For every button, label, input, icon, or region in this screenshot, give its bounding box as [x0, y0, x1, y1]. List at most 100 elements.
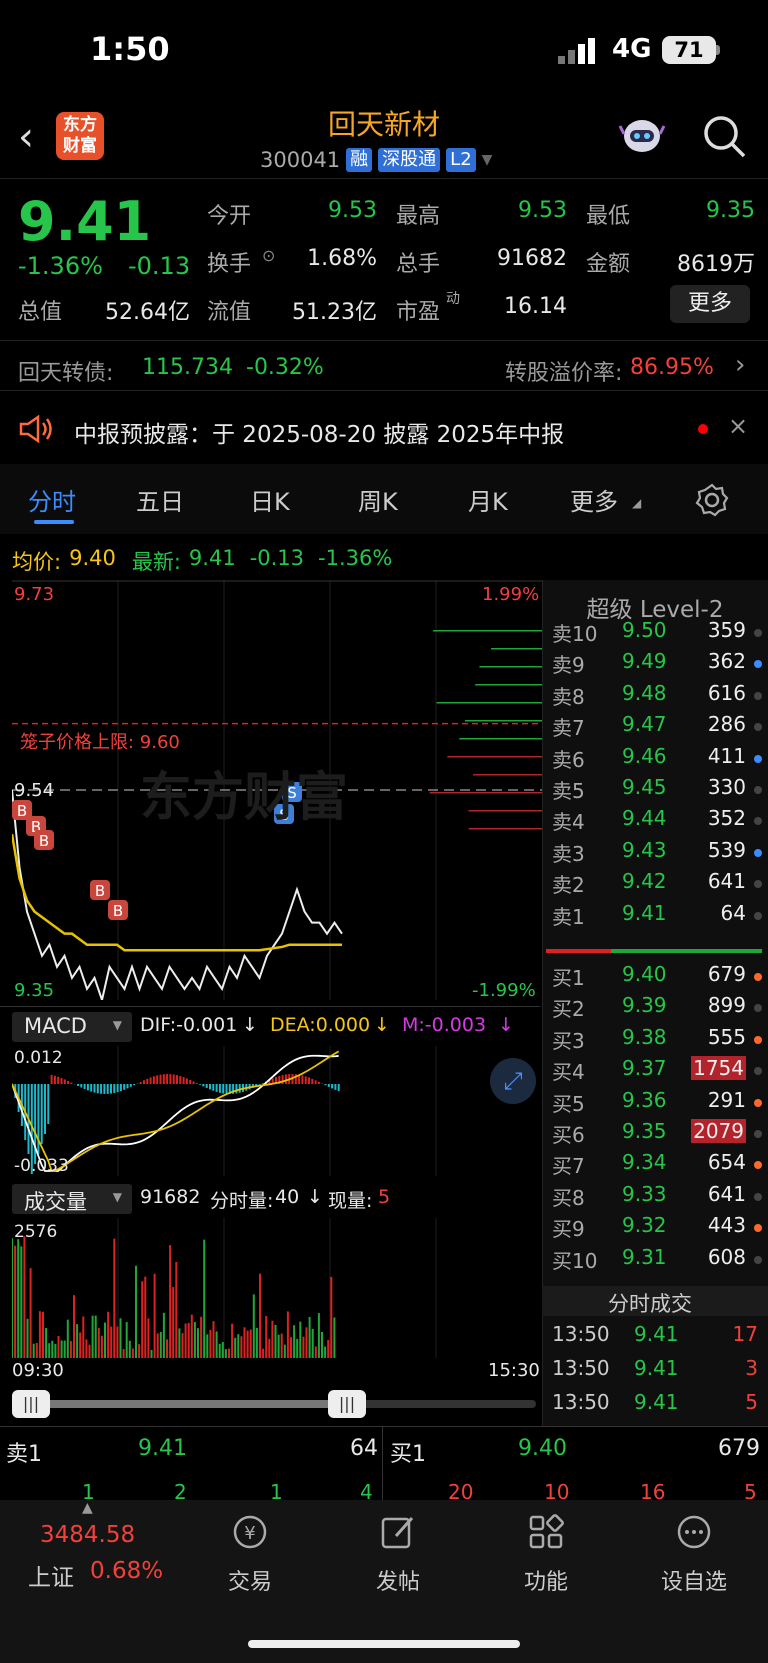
- tab-5day[interactable]: 五日: [136, 482, 184, 517]
- macd-dif: DIF:-0.001: [140, 1014, 237, 1036]
- bid-row[interactable]: 买9 9.32 443: [550, 1213, 768, 1244]
- spread-bar: [546, 949, 762, 953]
- bid-row[interactable]: 买6 9.35 2079: [550, 1119, 768, 1150]
- ask-row[interactable]: 卖5 9.45 330: [550, 775, 768, 806]
- tab-daily[interactable]: 日K: [250, 482, 290, 517]
- index-value[interactable]: 3484.58: [40, 1522, 135, 1548]
- bid-row[interactable]: 买1 9.40 679: [550, 962, 768, 993]
- bid-row[interactable]: 买4 9.37 1754: [550, 1056, 768, 1087]
- battery-icon: 71: [662, 36, 716, 64]
- signal-icon: [558, 38, 604, 64]
- bid-row[interactable]: 买5 9.36 291: [550, 1088, 768, 1119]
- margin-tag: 融: [346, 148, 372, 172]
- bid-row[interactable]: 买3 9.38 555: [550, 1025, 768, 1056]
- depth-bar: [475, 684, 542, 686]
- pe-value: 16.14: [480, 294, 567, 319]
- volume-selector[interactable]: 成交量 ▼: [12, 1184, 132, 1214]
- range-fill: [26, 1400, 348, 1408]
- ask-row[interactable]: 卖8 9.48 616: [550, 681, 768, 712]
- more-button[interactable]: 更多: [670, 285, 750, 323]
- bond-price: 115.734: [142, 355, 233, 380]
- buy-marker-label: B: [39, 832, 49, 850]
- ask-row[interactable]: 卖4 9.44 352: [550, 806, 768, 837]
- depth-bar: [433, 630, 542, 632]
- chevron-right-icon[interactable]: ›: [735, 350, 745, 380]
- stock-subtitle[interactable]: 300041 融 深股通 L2 ▼: [260, 148, 492, 172]
- notice-text[interactable]: 中报预披露：于 2025-08-20 披露 2025年中报: [74, 415, 564, 449]
- nav-functions[interactable]: 功能: [486, 1512, 606, 1596]
- ask-row[interactable]: 卖2 9.42 641: [550, 869, 768, 900]
- edit-icon: [378, 1512, 418, 1552]
- buy-marker-label: B: [17, 802, 27, 820]
- float-value: 51.23亿: [270, 294, 377, 326]
- chart-bottom-pct: -1.99%: [472, 980, 536, 1001]
- ask-row[interactable]: 卖6 9.46 411: [550, 744, 768, 775]
- volume-label: 总手: [396, 246, 440, 278]
- buy-marker-label: B: [95, 882, 105, 900]
- network-type: 4G: [612, 34, 651, 64]
- tab-monthly[interactable]: 月K: [468, 482, 508, 517]
- assistant-robot-icon[interactable]: [618, 112, 666, 160]
- open-value: 9.53: [290, 198, 377, 223]
- mcap-value: 52.64亿: [80, 294, 190, 326]
- depth-bar: [469, 828, 542, 830]
- high-value: 9.53: [480, 198, 567, 223]
- index-name[interactable]: 上证: [28, 1558, 74, 1592]
- depth-bar: [437, 702, 542, 704]
- tab-intraday[interactable]: 分时: [28, 482, 76, 517]
- ask-row[interactable]: 卖7 9.47 286: [550, 712, 768, 743]
- dif-line: [12, 1056, 339, 1171]
- bid-row[interactable]: 买7 9.34 654: [550, 1150, 768, 1181]
- nav-trade[interactable]: ¥ 交易: [190, 1512, 310, 1596]
- pe-label: 市盈: [396, 294, 440, 326]
- depth-bar: [479, 666, 542, 668]
- gear-icon[interactable]: [694, 482, 730, 518]
- unread-dot: [698, 424, 708, 434]
- ask-row[interactable]: 卖10 9.50 359: [550, 618, 768, 649]
- premium-value: 86.95%: [630, 355, 714, 380]
- tab-weekly[interactable]: 周K: [358, 482, 398, 517]
- ask-row[interactable]: 卖9 9.49 362: [550, 649, 768, 680]
- bid-row[interactable]: 买10 9.31 608: [550, 1245, 768, 1276]
- bid-row[interactable]: 买2 9.39 899: [550, 993, 768, 1024]
- nav-post[interactable]: 发帖: [338, 1512, 458, 1596]
- ask-row[interactable]: 卖3 9.43 539: [550, 838, 768, 869]
- bond-label[interactable]: 回天转债:: [18, 355, 113, 387]
- bid-row[interactable]: 买8 9.33 641: [550, 1182, 768, 1213]
- tab-more[interactable]: 更多: [570, 482, 618, 517]
- macd-selector[interactable]: MACD ▼: [12, 1012, 132, 1042]
- chart-top-pct: 1.99%: [482, 584, 539, 605]
- dea-line: [12, 1051, 339, 1171]
- close-icon[interactable]: ×: [728, 412, 748, 440]
- nav-watchlist[interactable]: 设自选: [634, 1512, 754, 1596]
- ticks-header[interactable]: 分时成交: [542, 1286, 768, 1316]
- volume-total: 91682: [140, 1186, 200, 1208]
- range-handle-left[interactable]: |||: [12, 1390, 50, 1418]
- turnover-label: 换手: [207, 246, 251, 278]
- ask-row[interactable]: 卖1 9.41 64: [550, 901, 768, 932]
- svg-text:¥: ¥: [244, 1523, 255, 1544]
- tick-row: 13:50 9.41 5: [550, 1390, 768, 1421]
- minute-vol: 40: [275, 1186, 299, 1208]
- index-pct[interactable]: 0.68%: [90, 1558, 163, 1584]
- bottom-buy-label: 买1: [390, 1436, 426, 1468]
- l2-tag: L2: [446, 148, 475, 172]
- high-label: 最高: [396, 198, 440, 230]
- connect-tag: 深股通: [378, 148, 440, 172]
- macd-chart[interactable]: [12, 1046, 542, 1176]
- range-handle-right[interactable]: |||: [328, 1390, 366, 1418]
- avg-price-line: [12, 834, 342, 950]
- change-value: -0.13: [128, 252, 190, 280]
- search-icon[interactable]: [700, 112, 748, 160]
- bottom-sell-vol: 64: [350, 1436, 378, 1461]
- bottom-buy-price: 9.40: [518, 1436, 567, 1461]
- info-icon[interactable]: ⊙: [262, 246, 275, 265]
- expand-icon[interactable]: ⤢: [490, 1058, 536, 1104]
- battery-cap: [716, 45, 720, 55]
- volume-chart[interactable]: [12, 1218, 542, 1358]
- depth-bar: [491, 648, 542, 650]
- turnover-value: 1.68%: [290, 246, 377, 271]
- chart-info: 均价: 9.40 最新: 9.41 -0.13 -1.36%: [12, 546, 392, 576]
- bottom-buy-vol: 679: [718, 1436, 760, 1461]
- pe-superscript: 动: [446, 288, 460, 308]
